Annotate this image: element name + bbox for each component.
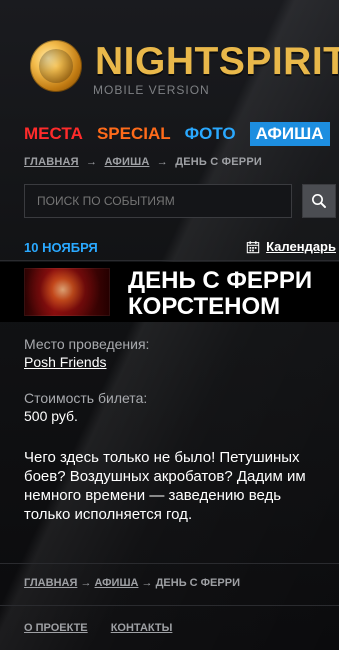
divider — [0, 605, 339, 606]
breadcrumb-arrow: → — [156, 156, 168, 168]
calendar-icon — [246, 240, 260, 253]
nightspirit-logo-icon[interactable] — [30, 40, 82, 92]
event-title: ДЕНЬ С ФЕРРИ КОРСТЕНОМ — [128, 268, 336, 320]
event-header: ДЕНЬ С ФЕРРИ КОРСТЕНОМ — [0, 262, 339, 322]
brand-title[interactable]: NIGHTSPIRIT — [95, 40, 339, 84]
footer-link-about[interactable]: О ПРОЕКТЕ — [24, 622, 88, 634]
brand-subtitle: MOBILE VERSION — [93, 83, 210, 97]
footer-link-contacts[interactable]: КОНТАКТЫ — [111, 622, 173, 634]
search-input[interactable] — [24, 184, 292, 218]
page: NIGHTSPIRIT MOBILE VERSION МЕСТА SPECIAL… — [0, 0, 339, 650]
breadcrumb-home[interactable]: ГЛАВНАЯ — [24, 156, 79, 168]
breadcrumb-bottom: ГЛАВНАЯ → АФИША → ДЕНЬ С ФЕРРИ — [24, 577, 336, 589]
breadcrumb-current: ДЕНЬ С ФЕРРИ — [175, 156, 262, 168]
event-image[interactable] — [24, 268, 110, 316]
divider — [0, 563, 339, 564]
venue-label: Место проведения: — [24, 336, 150, 352]
nav-item-photo[interactable]: ФОТО — [185, 124, 236, 144]
main-nav: МЕСТА SPECIAL ФОТО АФИША — [24, 122, 336, 146]
breadcrumb-home[interactable]: ГЛАВНАЯ — [24, 577, 77, 589]
nav-item-afisha[interactable]: АФИША — [249, 122, 330, 146]
nav-item-places[interactable]: МЕСТА — [24, 124, 83, 144]
date-row: 10 НОЯБРЯ Календарь — [24, 239, 336, 257]
breadcrumb-arrow: → — [80, 577, 92, 589]
search-button[interactable] — [302, 184, 336, 218]
breadcrumb-arrow: → — [86, 156, 98, 168]
event-details: Место проведения: Posh Friends Стоимость… — [24, 336, 336, 524]
breadcrumb: ГЛАВНАЯ → АФИША → ДЕНЬ С ФЕРРИ — [24, 156, 336, 168]
breadcrumb-afisha[interactable]: АФИША — [95, 577, 139, 589]
ticket-price-value: 500 руб. — [24, 408, 78, 424]
event-description: Чего здесь только не было! Петушиных бое… — [24, 449, 306, 523]
event-date: 10 НОЯБРЯ — [24, 240, 98, 255]
search-bar — [24, 184, 336, 218]
venue-link[interactable]: Posh Friends — [24, 354, 106, 370]
breadcrumb-afisha[interactable]: АФИША — [105, 156, 150, 168]
calendar-link[interactable]: Календарь — [246, 239, 336, 254]
calendar-label: Календарь — [266, 239, 336, 254]
footer-links: О ПРОЕКТЕ КОНТАКТЫ — [24, 622, 336, 634]
event-title-line: ДЕНЬ С ФЕРРИ — [128, 267, 313, 294]
event-title-line: КОРСТЕНОМ — [128, 293, 281, 320]
breadcrumb-current: ДЕНЬ С ФЕРРИ — [155, 577, 240, 589]
nav-item-special[interactable]: SPECIAL — [97, 124, 171, 144]
header: NIGHTSPIRIT MOBILE VERSION — [0, 0, 339, 112]
divider — [0, 260, 339, 261]
ticket-price-label: Стоимость билета: — [24, 390, 148, 406]
breadcrumb-arrow: → — [141, 577, 153, 589]
search-icon — [312, 194, 326, 208]
